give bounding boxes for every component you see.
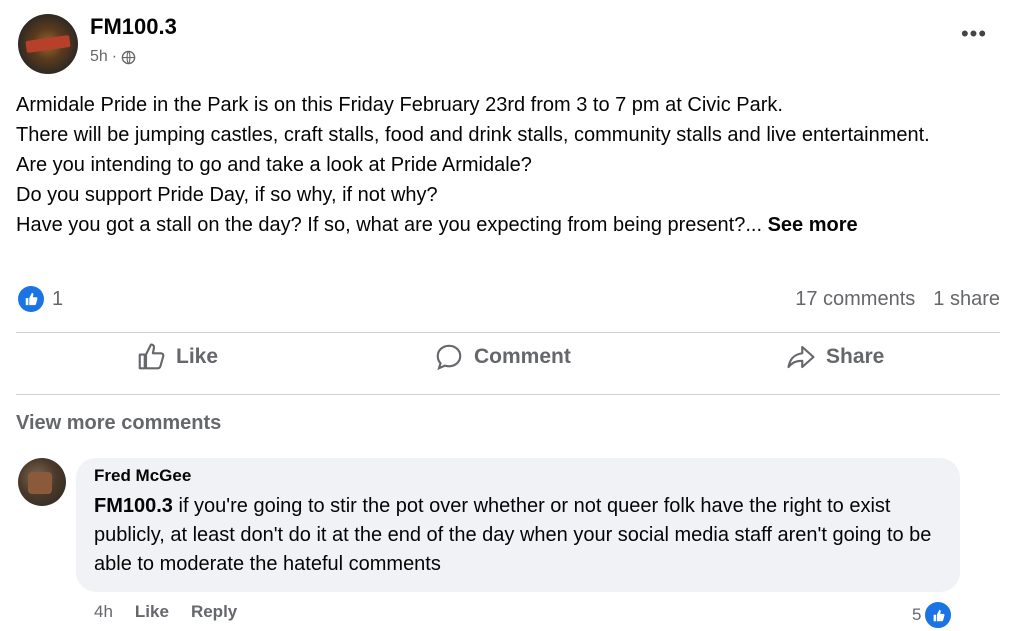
- share-button[interactable]: Share: [786, 342, 884, 372]
- more-options-icon[interactable]: •••: [956, 23, 992, 52]
- like-label: Like: [176, 345, 219, 368]
- like-button[interactable]: Like: [136, 342, 218, 372]
- post-paragraph: Do you support Pride Day, if so why, if …: [16, 184, 438, 206]
- reaction-summary[interactable]: 1: [18, 286, 63, 312]
- see-more-link[interactable]: See more: [768, 214, 858, 236]
- comment-reply-button[interactable]: Reply: [191, 602, 237, 622]
- view-more-comments-link[interactable]: View more comments: [16, 412, 221, 435]
- post-paragraph: Have you got a stall on the day? If so, …: [16, 214, 762, 236]
- comment-body: if you're going to stir the pot over whe…: [94, 495, 932, 575]
- comment-reaction-count: 5: [912, 605, 922, 624]
- divider: [16, 394, 1000, 395]
- reaction-count: 1: [52, 287, 64, 310]
- comment-label: Comment: [474, 345, 571, 368]
- facebook-post: FM100.3 5h · ••• Armidale Pride in the P…: [0, 0, 1024, 631]
- divider: [16, 332, 1000, 333]
- post-paragraph: There will be jumping castles, craft sta…: [16, 124, 930, 146]
- post-time[interactable]: 5h: [90, 48, 108, 66]
- globe-icon: [121, 50, 136, 64]
- like-reaction-icon: [18, 286, 44, 312]
- like-reaction-icon: [923, 600, 954, 630]
- comment-reaction-summary[interactable]: 5: [912, 600, 954, 630]
- comment-actions: 4h Like Reply: [94, 602, 237, 622]
- avatar-image-detail: [28, 472, 52, 494]
- comment-button[interactable]: Comment: [434, 342, 571, 372]
- thumbs-up-icon: [138, 343, 165, 370]
- page-name[interactable]: FM100.3: [90, 14, 177, 40]
- comment-text: FM100.3 if you're going to stir the pot …: [94, 492, 944, 579]
- post-paragraph: Armidale Pride in the Park is on this Fr…: [16, 94, 783, 116]
- comment-bubble-icon: [436, 344, 462, 371]
- comment-like-button[interactable]: Like: [135, 602, 169, 622]
- mention-link[interactable]: FM100.3: [94, 495, 173, 517]
- post-paragraph: Are you intending to go and take a look …: [16, 154, 532, 176]
- shares-count-link[interactable]: 1 share: [933, 288, 1000, 311]
- meta-separator: ·: [111, 48, 118, 65]
- comments-count-link[interactable]: 17 comments: [795, 288, 915, 311]
- page-avatar[interactable]: [18, 14, 78, 74]
- post-meta: 5h ·: [90, 48, 136, 66]
- commenter-name[interactable]: Fred McGee: [94, 466, 191, 486]
- page-logo: [25, 34, 71, 54]
- post-stats: 17 comments 1 share: [795, 288, 1000, 311]
- commenter-avatar[interactable]: [18, 458, 66, 506]
- post-paragraph-last: Have you got a stall on the day? If so, …: [16, 210, 1011, 240]
- comment-time[interactable]: 4h: [94, 602, 113, 622]
- share-label: Share: [826, 345, 885, 368]
- share-arrow-icon: [787, 345, 815, 369]
- post-text: Armidale Pride in the Park is on this Fr…: [16, 90, 1011, 240]
